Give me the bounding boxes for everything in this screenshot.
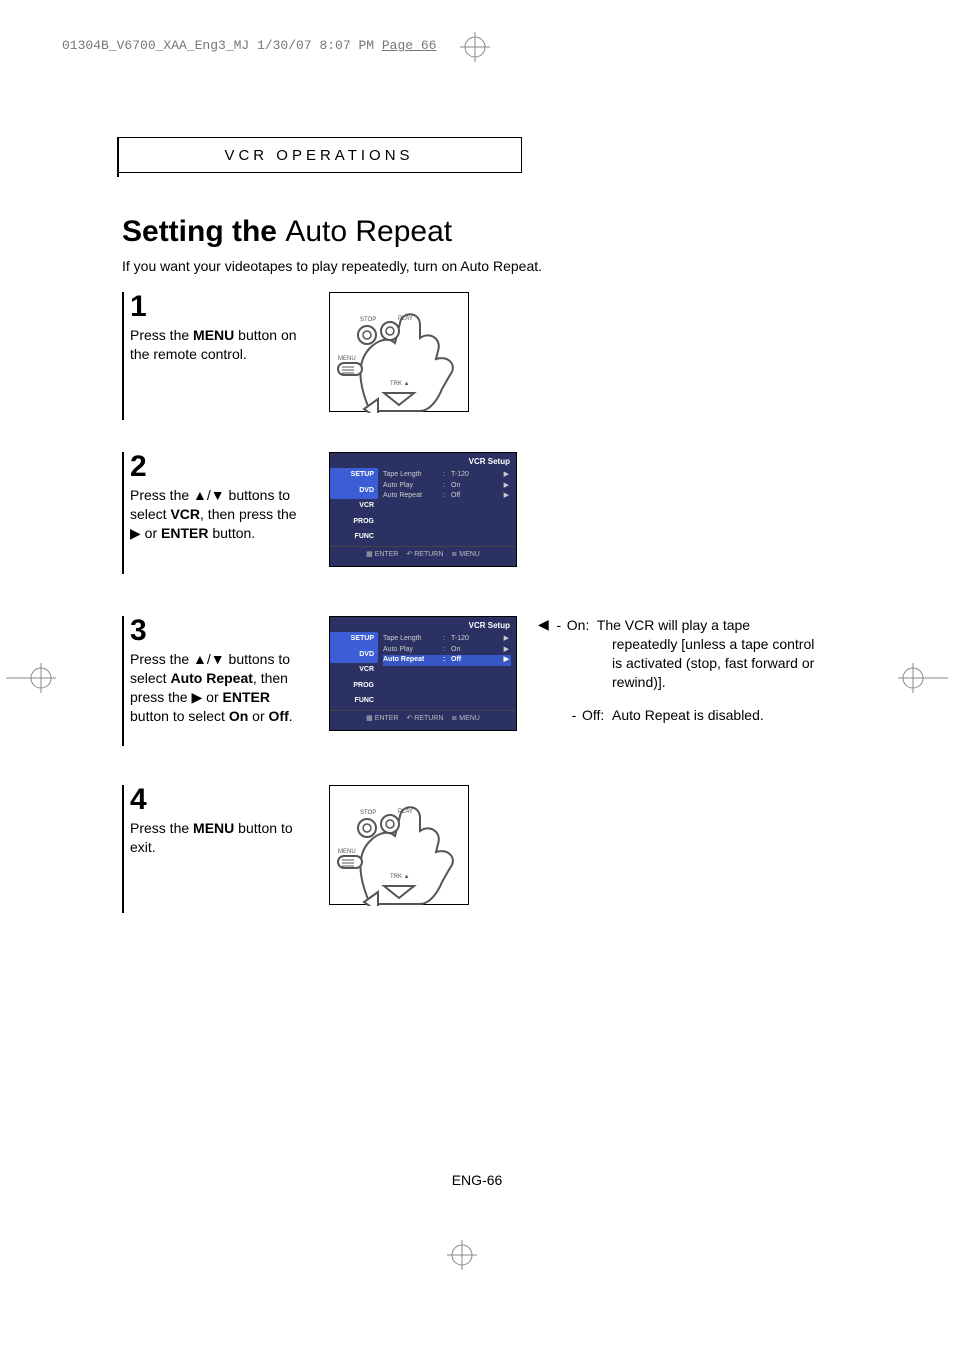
osd-tab-vcr: VCR [330, 499, 378, 515]
note-on-label: On: [567, 616, 597, 635]
remote-label-play: PLAY [398, 316, 413, 322]
note-on-line1: The VCR will play a tape [597, 616, 750, 635]
step-2-text: 2 Press the ▲/▼ buttons to select VCR, t… [122, 452, 307, 543]
note-on-line2: repeatedly [unless a tape control [538, 635, 848, 654]
section-header-box: VCR OPERATIONS [117, 137, 522, 173]
right-arrow-icon: ▶ [130, 525, 141, 541]
remote-label-menu: MENU [338, 356, 356, 362]
side-note: ◀ - On: The VCR will play a tape repeate… [538, 616, 848, 724]
page-title: Setting the Auto Repeat [122, 215, 452, 249]
step-4-text: 4 Press the MENU button to exit. [122, 785, 307, 857]
right-arrow-icon: ▶ [191, 689, 202, 705]
step-3: 3 Press the ▲/▼ buttons to select Auto R… [122, 616, 517, 731]
step-2-figure-osd: VCR Setup SETUP DVD VCR PROG FUNC Tape L… [329, 452, 517, 567]
note-off-text: Auto Repeat is disabled. [612, 706, 764, 725]
section-header: VCR OPERATIONS [224, 147, 413, 164]
registration-mark-bottom-icon [447, 1240, 477, 1275]
intro-text: If you want your videotapes to play repe… [122, 258, 542, 274]
step-1-figure-remote: STOP PLAY MENU TRK ▲ [329, 292, 469, 412]
step-1: 1 Press the MENU button on the remote co… [122, 292, 469, 412]
osd-tab-prog: PROG [330, 515, 378, 531]
note-off-label: Off: [582, 706, 612, 725]
remote-label-stop: STOP [360, 317, 376, 323]
osd-sidebar-3: SETUP DVD VCR PROG FUNC [330, 632, 378, 710]
dash-bullet: - [566, 706, 582, 725]
up-down-arrows-icon: ▲/▼ [193, 487, 225, 503]
osd-main: Tape Length:T-120▶ Auto Play:On▶ Auto Re… [378, 468, 516, 546]
step-1-text: 1 Press the MENU button on the remote co… [122, 292, 307, 364]
note-on-line4: rewind)]. [538, 673, 848, 692]
step-2-rule [122, 452, 124, 574]
crop-mark-left-icon [6, 663, 56, 698]
doc-file-info: 01304B_V6700_XAA_Eng3_MJ 1/30/07 8:07 PM [62, 38, 382, 53]
osd-row-highlighted: Auto Repeat:Off▶ [383, 655, 511, 666]
registration-mark-top-icon [460, 32, 490, 62]
step-3-rule [122, 616, 124, 746]
osd-title-3: VCR Setup [330, 617, 516, 632]
up-down-arrows-icon: ▲/▼ [193, 651, 225, 667]
osd-tab-setup: SETUP [330, 468, 378, 484]
step-4: 4 Press the MENU button to exit. STOP PL… [122, 785, 469, 905]
step-1-rule [122, 292, 124, 420]
osd-foot-menu: ≣ MENU [451, 550, 479, 558]
step-3-figure-osd: VCR Setup SETUP DVD VCR PROG FUNC Tape L… [329, 616, 517, 731]
osd-main-3: Tape Length:T-120▶ Auto Play:On▶ Auto Re… [378, 632, 516, 710]
page-number: ENG-66 [0, 1172, 954, 1188]
left-triangle-icon: ◀ [538, 615, 549, 634]
step-3-number: 3 [130, 616, 307, 646]
doc-page-label: Page 66 [382, 38, 437, 53]
osd-tab-dvd: DVD [330, 484, 378, 500]
osd-tab-func: FUNC [330, 530, 378, 546]
svg-text:PLAY: PLAY [398, 809, 413, 815]
remote-label-trk: TRK ▲ [390, 381, 410, 387]
step-4-number: 4 [130, 785, 307, 815]
step-1-number: 1 [130, 292, 307, 322]
osd-title: VCR Setup [330, 453, 516, 468]
osd-sidebar: SETUP DVD VCR PROG FUNC [330, 468, 378, 546]
step-2-number: 2 [130, 452, 307, 482]
crop-mark-right-icon [898, 663, 948, 698]
svg-text:TRK ▲: TRK ▲ [390, 874, 410, 880]
doc-header-line: 01304B_V6700_XAA_Eng3_MJ 1/30/07 8:07 PM… [62, 38, 436, 53]
svg-text:STOP: STOP [360, 810, 376, 816]
title-subject: Auto Repeat [285, 215, 452, 248]
step-2: 2 Press the ▲/▼ buttons to select VCR, t… [122, 452, 517, 567]
title-prefix: Setting the [122, 215, 285, 248]
osd-foot-enter: ▦ ENTER [366, 550, 398, 558]
svg-text:MENU: MENU [338, 849, 356, 855]
note-on-line3: is activated (stop, fast forward or [538, 654, 848, 673]
step-4-figure-remote: STOP PLAY MENU TRK ▲ [329, 785, 469, 905]
step-3-text: 3 Press the ▲/▼ buttons to select Auto R… [122, 616, 307, 726]
osd-foot-return: ↶ RETURN [406, 550, 443, 558]
step-4-rule [122, 785, 124, 913]
dash-bullet: - [551, 616, 567, 635]
